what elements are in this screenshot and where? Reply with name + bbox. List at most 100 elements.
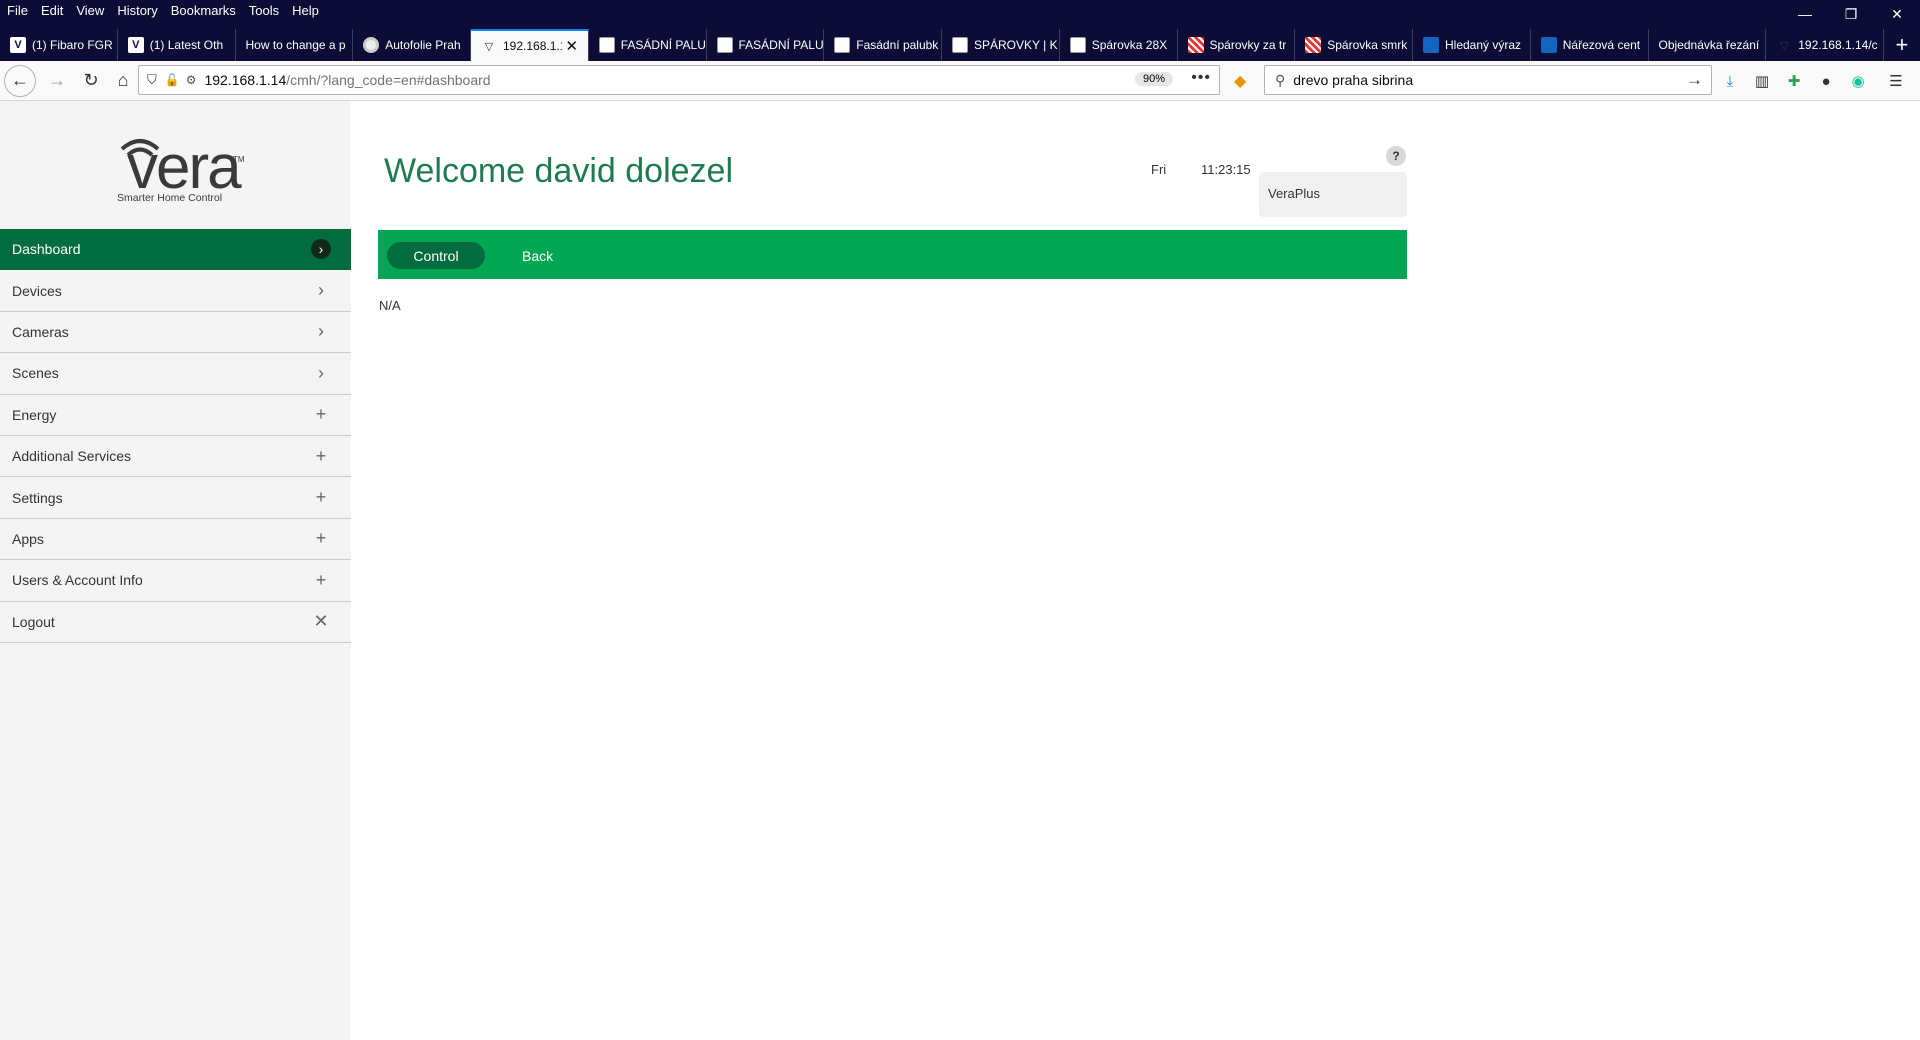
back-icon[interactable]: ← <box>4 64 36 97</box>
sidebar-item-label: Apps <box>12 530 44 547</box>
address-bar[interactable]: ⛉ 🔓 ⚙ 192.168.1.14/cmh/?lang_code=en#das… <box>138 65 1220 95</box>
restore-button[interactable]: ❐ <box>1828 0 1874 28</box>
browser-tab[interactable]: V (1) Latest Oth <box>118 29 236 61</box>
browser-tab[interactable]: Nářezová cent <box>1531 29 1649 61</box>
browser-tab[interactable]: SPÁROVKY | K <box>942 29 1060 61</box>
back-button[interactable]: Back <box>522 242 553 269</box>
browser-tab[interactable]: ▽ 192.168.1.1 ✕ <box>471 29 589 61</box>
sidebar-item-label: Logout <box>12 613 55 630</box>
sidebar-item-label: Cameras <box>12 323 69 340</box>
logo-trademark: TM <box>233 155 245 164</box>
menu-history[interactable]: History <box>110 3 163 18</box>
sidebar-item-scenes[interactable]: Scenes › <box>0 353 351 395</box>
vera-icon: ▽ <box>1780 39 1789 52</box>
menu-edit[interactable]: Edit <box>34 3 69 18</box>
controller-selector[interactable]: VeraPlus <box>1259 172 1407 217</box>
content-placeholder: N/A <box>379 298 401 313</box>
search-input[interactable]: drevo praha sibrina <box>1293 72 1413 88</box>
plus-icon: + <box>315 528 327 549</box>
minimize-button[interactable]: — <box>1782 0 1828 28</box>
permissions-icon[interactable]: ⚙ <box>186 73 197 87</box>
insecure-lock-icon[interactable]: 🔓 <box>165 73 180 87</box>
browser-tab[interactable]: How to change a p <box>236 29 354 61</box>
toolbar-icons: ⤓ ▥ ✚ ● ◉ ☰ <box>1718 69 1908 93</box>
extension-icon[interactable]: ◆ <box>1234 71 1246 91</box>
library-icon[interactable]: ▥ <box>1750 69 1774 93</box>
close-window-button[interactable]: ✕ <box>1874 0 1920 28</box>
menu-tools[interactable]: Tools <box>242 3 285 18</box>
tab-title: Hledaný výraz <box>1445 38 1522 52</box>
plus-icon: + <box>315 487 327 508</box>
page-actions-icon[interactable]: ••• <box>1191 69 1211 87</box>
reload-icon[interactable]: ↻ <box>76 66 106 96</box>
browser-tab[interactable]: Autofolie Prah <box>353 29 471 61</box>
download-icon[interactable]: ⤓ <box>1718 69 1742 93</box>
new-tab-button[interactable]: + <box>1884 29 1920 61</box>
browser-tab[interactable]: Hledaný výraz <box>1413 29 1531 61</box>
browser-tab[interactable]: FASÁDNÍ PALU <box>707 29 825 61</box>
sidebar-item-label: Scenes <box>12 365 59 382</box>
sidebar-item-apps[interactable]: Apps + <box>0 519 351 561</box>
sidebar-item-label: Additional Services <box>12 448 132 465</box>
url-host: 192.168.1.14 <box>204 72 287 88</box>
browser-tab[interactable]: Spárovky za tr <box>1178 29 1296 61</box>
zoom-indicator[interactable]: 90% <box>1134 72 1173 86</box>
clock-label: 11:23:15 <box>1201 162 1251 177</box>
sidebar-item-devices[interactable]: Devices › <box>0 270 351 312</box>
tab-title: Autofolie Prah <box>385 38 461 52</box>
menu-view[interactable]: View <box>69 3 110 18</box>
browser-tab[interactable]: Fasádní palubk <box>824 29 942 61</box>
menu-bookmarks[interactable]: Bookmarks <box>164 3 242 18</box>
sidebar-item-energy[interactable]: Energy + <box>0 395 351 436</box>
browser-tab[interactable]: Objednávka řezání <box>1649 29 1767 61</box>
logo-tagline: Smarter Home Control <box>117 192 223 204</box>
sidebar-item-dashboard[interactable]: Dashboard › <box>0 229 351 271</box>
circle-icon <box>363 37 380 53</box>
browser-tab[interactable]: Spárovka smrk <box>1295 29 1413 61</box>
v-icon: V <box>10 37 26 53</box>
tab-title: Objednávka řezání <box>1658 38 1760 52</box>
home-icon[interactable]: ⌂ <box>108 66 138 96</box>
chevron-right-icon: › <box>318 280 324 301</box>
addon-icon[interactable]: ✚ <box>1782 69 1806 93</box>
page-icon <box>952 37 968 53</box>
control-button[interactable]: Control <box>387 242 485 269</box>
shield-icon[interactable]: ⛉ <box>147 72 157 88</box>
tab-title: Spárovka smrk <box>1327 38 1408 52</box>
search-bar[interactable]: ⚲ drevo praha sibrina → <box>1264 65 1712 95</box>
vera-logo[interactable]: vera TM Smarter Home Control <box>109 135 245 205</box>
blue-icon <box>1540 37 1557 53</box>
menu-icon[interactable]: ☰ <box>1884 69 1908 93</box>
vera-icon: ▽ <box>484 40 494 53</box>
chevron-right-icon: › <box>318 321 324 342</box>
menu-help[interactable]: Help <box>285 3 325 18</box>
sidebar-item-users-account-info[interactable]: Users & Account Info + <box>0 560 351 602</box>
striped-icon <box>1305 37 1322 53</box>
browser-tab[interactable]: ▽ 192.168.1.14/c <box>1766 29 1884 61</box>
account-icon[interactable]: ● <box>1814 69 1838 93</box>
sidebar-item-additional-services[interactable]: Additional Services + <box>0 436 351 478</box>
forward-icon[interactable]: → <box>42 66 72 96</box>
sidebar-item-settings[interactable]: Settings + <box>0 477 351 519</box>
sidebar-item-logout[interactable]: Logout ✕ <box>0 602 351 643</box>
browser-tab[interactable]: Spárovka 28X <box>1060 29 1178 61</box>
tab-title: 192.168.1.1 <box>503 39 562 53</box>
sidebar-item-cameras[interactable]: Cameras › <box>0 312 351 354</box>
tab-title: Fasádní palubk <box>856 38 939 52</box>
search-go-icon[interactable]: → <box>1686 70 1703 90</box>
sidebar-nav: Dashboard › Devices › Cameras › Scenes › Energy +… <box>0 229 351 643</box>
tab-title: Spárovka 28X <box>1091 38 1168 52</box>
plus-icon: + <box>315 569 327 590</box>
tab-strip: V (1) Fibaro FGR V (1) Latest Oth How to cha… <box>0 29 1920 61</box>
grammarly-icon[interactable]: ◉ <box>1846 69 1870 93</box>
sidebar-item-label: Settings <box>12 489 63 506</box>
page-title: Welcome david dolezel <box>384 152 733 190</box>
sidebar-item-label: Dashboard <box>12 241 81 258</box>
tab-title: SPÁROVKY | K <box>974 38 1058 52</box>
help-icon[interactable]: ? <box>1386 146 1406 166</box>
menu-file[interactable]: File <box>0 3 34 18</box>
browser-tab[interactable]: FASÁDNÍ PALU <box>589 29 707 61</box>
search-icon: ⚲ <box>1275 71 1286 88</box>
browser-tab[interactable]: V (1) Fibaro FGR <box>0 29 118 61</box>
close-tab-icon[interactable]: ✕ <box>562 37 582 55</box>
